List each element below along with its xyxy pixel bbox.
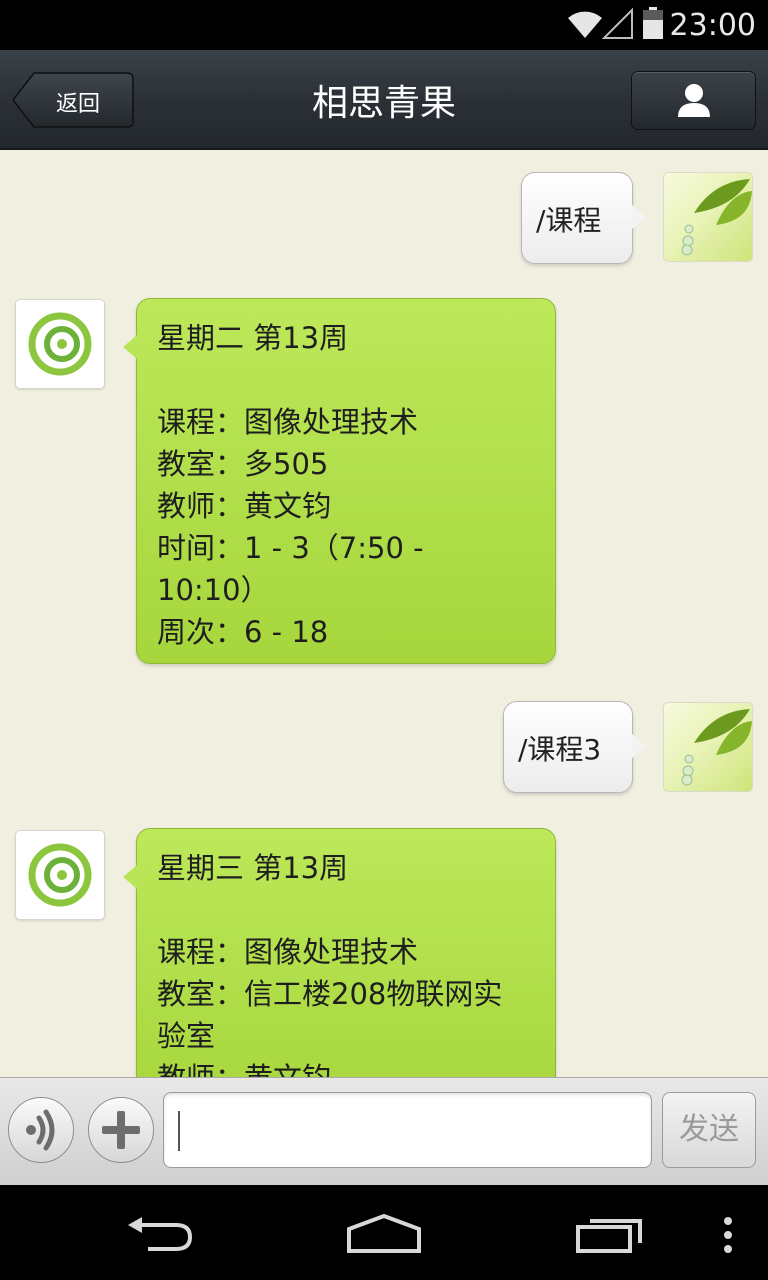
navigation-bar — [0, 1185, 768, 1280]
clock: 23:00 — [669, 8, 756, 43]
back-nav-icon[interactable] — [124, 1215, 196, 1255]
title-bar: 返回 相思青果 — [0, 50, 768, 150]
message-text: /课程 — [536, 204, 602, 237]
message-line: 课程：图像处理技术 — [157, 405, 419, 439]
message-line: 时间：1 - 3（7:50 - — [157, 531, 424, 565]
leaf-icon — [681, 709, 752, 786]
message-text: /课程3 — [518, 733, 602, 766]
recent-apps-icon[interactable] — [574, 1213, 646, 1255]
message-line: 教师：黄文钧 — [157, 1057, 535, 1077]
profile-button[interactable] — [631, 71, 756, 130]
person-icon — [678, 84, 710, 117]
voice-input-button[interactable] — [8, 1097, 74, 1163]
message-line: 周次：6 - 18 — [157, 615, 329, 649]
leaf-icon — [681, 179, 752, 256]
home-nav-icon[interactable] — [346, 1213, 422, 1255]
message-line: 星期二 第13周 — [157, 321, 349, 355]
signal-icon — [602, 8, 633, 39]
user-avatar[interactable] — [663, 172, 753, 262]
voice-icon — [26, 1109, 55, 1151]
plus-icon — [102, 1111, 140, 1149]
overflow-menu-icon[interactable] — [718, 1215, 738, 1255]
bot-avatar[interactable] — [15, 830, 105, 920]
incoming-message-bubble[interactable]: 星期二 第13周 课程：图像处理技术 教室：多505 教师：黄文钧 时间：1 -… — [123, 298, 556, 664]
add-attachment-button[interactable] — [88, 1097, 154, 1163]
message-line: 教室：信工楼208物联网实 — [157, 977, 503, 1011]
send-button[interactable]: 发送 — [662, 1092, 756, 1168]
user-avatar[interactable] — [663, 702, 753, 792]
swirl-logo-icon — [28, 312, 92, 376]
outgoing-message-bubble[interactable]: /课程 — [521, 172, 646, 264]
swirl-logo-icon — [28, 843, 92, 907]
status-bar: 23:00 — [0, 0, 768, 50]
text-caret — [178, 1111, 180, 1151]
message-line — [157, 889, 535, 931]
input-bar: 发送 — [0, 1077, 768, 1186]
battery-icon — [643, 7, 663, 39]
message-line: 星期三 第13周 — [157, 851, 349, 885]
message-line: 验室 — [157, 1019, 216, 1053]
message-line: 教师：黄文钧 — [157, 489, 332, 523]
incoming-message-bubble[interactable]: 星期三 第13周 课程：图像处理技术 教室：信工楼208物联网实 验室 教师：黄… — [123, 828, 556, 1077]
bot-avatar[interactable] — [15, 299, 105, 389]
chat-area[interactable]: /课程 星期二 第13周 课程：图像处理技术 教室：多505 教师：黄文钧 时间… — [0, 150, 768, 1077]
wifi-icon — [568, 11, 602, 38]
message-line: 10:10） — [157, 573, 270, 607]
message-input[interactable] — [163, 1092, 652, 1168]
message-line — [157, 359, 535, 401]
message-line: 课程：图像处理技术 — [157, 935, 419, 969]
outgoing-message-bubble[interactable]: /课程3 — [503, 701, 646, 793]
message-line: 教室：多505 — [157, 447, 329, 481]
